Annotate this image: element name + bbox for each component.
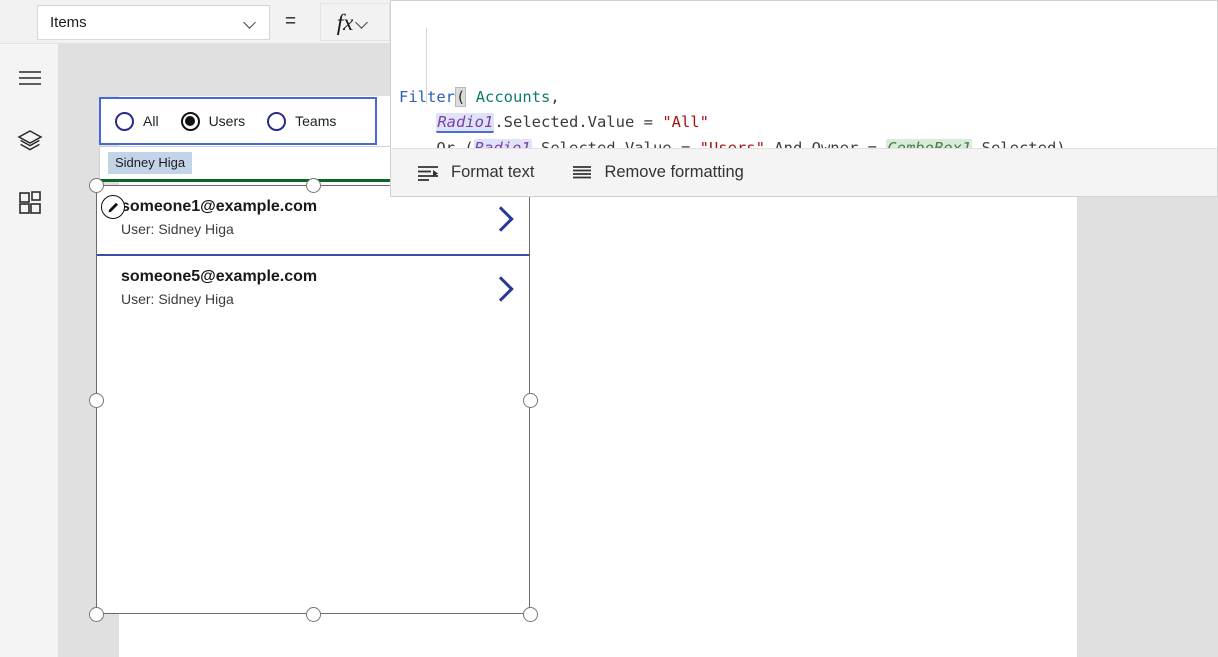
- formula-editor-flyout: Filter( Accounts, Radio1.Selected.Value …: [390, 0, 1218, 197]
- radio-group-Radio1[interactable]: All Users Teams: [99, 97, 377, 145]
- combobox-selected-chip[interactable]: Sidney Higa: [108, 152, 193, 174]
- formula-token-op: [466, 88, 475, 106]
- chevron-down-icon: [356, 16, 369, 29]
- equals-sign: =: [285, 11, 297, 32]
- property-select-value: Items: [50, 14, 87, 31]
- radio-option-users[interactable]: Users: [180, 111, 246, 131]
- resize-handle-top-left[interactable]: [89, 178, 104, 193]
- resize-handle-bottom-left[interactable]: [89, 607, 104, 622]
- formula-token-fn: Filter: [399, 87, 455, 106]
- radio-circle-icon: [115, 111, 134, 131]
- formula-token-string: "All": [662, 113, 709, 131]
- gallery-item-title: someone1@example.com: [121, 198, 318, 215]
- rail-item-insert[interactable]: [0, 181, 59, 225]
- app-root: Items = fx All Users Teams Sidney Higa s…: [0, 0, 1218, 657]
- hamburger-icon: [18, 69, 42, 87]
- radio-option-label: Users: [208, 113, 246, 129]
- rail-item-tree-view[interactable]: [0, 119, 59, 163]
- format-text-button[interactable]: Format text: [417, 163, 534, 182]
- radio-circle-selected-icon: [180, 111, 200, 131]
- formula-token-ctrl: Radio1: [436, 113, 495, 133]
- radio-option-label: Teams: [295, 113, 337, 129]
- radio-option-all[interactable]: All: [115, 111, 159, 131]
- remove-formatting-button[interactable]: Remove formatting: [572, 163, 744, 182]
- formula-text-area[interactable]: Filter( Accounts, Radio1.Selected.Value …: [391, 1, 1217, 149]
- formula-toolbar: Format text Remove formatting: [391, 148, 1217, 196]
- formula-token-table: Accounts: [475, 87, 551, 106]
- chevron-right-icon[interactable]: [490, 203, 512, 235]
- resize-handle-middle-right[interactable]: [523, 393, 538, 408]
- rail-item-hamburger[interactable]: [0, 56, 59, 100]
- resize-handle-bottom-center[interactable]: [306, 607, 321, 622]
- formula-token-op: [399, 113, 436, 131]
- gallery-item-title: someone5@example.com: [121, 268, 318, 285]
- formula-line: Filter( Accounts,: [391, 85, 1217, 111]
- remove-formatting-label: Remove formatting: [604, 163, 744, 181]
- gallery-item-subtitle: User: Sidney Higa: [121, 291, 234, 307]
- remove-formatting-icon: [572, 165, 592, 181]
- property-select[interactable]: Items: [37, 5, 270, 40]
- radio-option-label: All: [143, 113, 159, 129]
- resize-handle-top-center[interactable]: [306, 178, 321, 193]
- radio-dot: [185, 116, 196, 126]
- formula-line: Or (Radio1.Selected.Value = "Users" And …: [391, 136, 1217, 149]
- radio-option-teams[interactable]: Teams: [267, 111, 337, 131]
- format-text-label: Format text: [451, 163, 535, 181]
- combobox-ComboBox1[interactable]: Sidney Higa: [99, 146, 391, 182]
- left-rail: [0, 44, 59, 657]
- formula-token-op: ,: [550, 87, 560, 106]
- fx-button[interactable]: fx: [320, 3, 390, 41]
- formula-token-paren-hl: (: [455, 86, 467, 107]
- resize-handle-bottom-right[interactable]: [523, 607, 538, 622]
- gallery-item-subtitle: User: Sidney Higa: [121, 221, 234, 237]
- grid-components-icon: [18, 191, 42, 215]
- layers-icon: [16, 129, 43, 153]
- fx-icon: fx: [336, 9, 354, 35]
- gallery-control[interactable]: someone1@example.com User: Sidney Higa s…: [96, 185, 530, 614]
- resize-handle-middle-left[interactable]: [89, 393, 104, 408]
- chevron-right-icon[interactable]: [490, 273, 512, 305]
- chevron-down-icon: [244, 16, 257, 29]
- pencil-edit-icon[interactable]: [101, 195, 125, 219]
- formula-token-op: .Selected.Value =: [494, 113, 663, 131]
- format-text-icon: [417, 165, 439, 181]
- formula-line: Radio1.Selected.Value = "All": [391, 110, 1217, 136]
- gallery-item[interactable]: someone5@example.com User: Sidney Higa: [97, 254, 529, 322]
- radio-circle-icon: [267, 111, 287, 131]
